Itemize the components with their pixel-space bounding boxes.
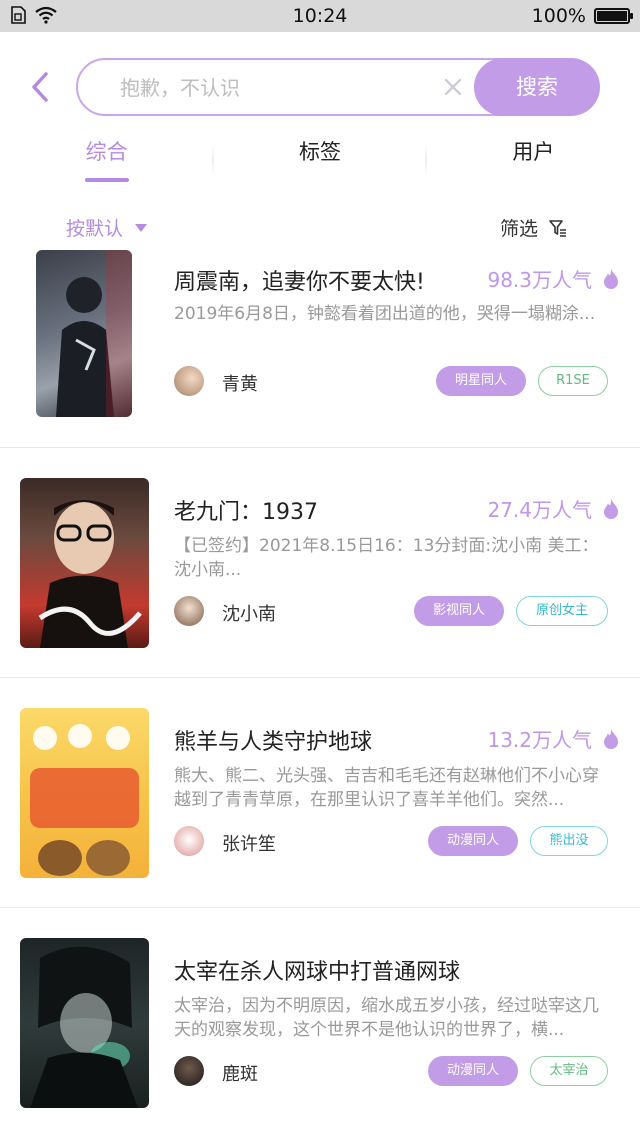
tag-badge[interactable]: 明星同人 — [436, 366, 526, 396]
tag-badge[interactable]: 熊出没 — [530, 826, 608, 856]
status-icons-right: 100% — [531, 5, 633, 27]
author-name: 张许笙 — [222, 834, 276, 855]
search-box: 搜索 — [76, 58, 600, 116]
tab-users[interactable]: 用户 — [427, 128, 640, 188]
battery-percent: 100% — [531, 5, 586, 27]
chevron-left-icon — [32, 72, 48, 102]
tag-badge[interactable]: R1SE — [538, 366, 608, 396]
avatar — [174, 366, 204, 396]
search-button[interactable]: 搜索 — [474, 58, 600, 116]
tag-badge[interactable]: 动漫同人 — [428, 1056, 518, 1086]
flame-icon — [604, 728, 618, 749]
filter-button[interactable]: 筛选 — [500, 214, 568, 241]
tab-label: 用户 — [512, 140, 555, 164]
popularity: 98.3万人气 — [487, 264, 620, 293]
sort-label: 按默认 — [66, 218, 124, 240]
popularity: 27.4万人气 — [487, 494, 620, 523]
list-item[interactable]: 熊羊与人类守护地球 13.2万人气 熊大、熊二、光头强、吉吉和毛毛还有赵琳他们不… — [0, 678, 640, 908]
book-title: 老九门：1937 — [174, 500, 318, 525]
book-description: 熊大、熊二、光头强、吉吉和毛毛还有赵琳他们不小心穿越到了青青草原，在那里认识了喜… — [174, 766, 599, 810]
flame-icon — [604, 498, 618, 519]
list-item[interactable]: 周震南，追妻你不要太快! 98.3万人气 2019年6月8日，钟懿看着团出道的他… — [0, 250, 640, 450]
book-description: 太宰治，因为不明原因，缩水成五岁小孩，经过哒宰这几天的观察发现，这个世界不是他认… — [174, 996, 599, 1040]
author-name: 沈小南 — [222, 604, 276, 625]
filter-label: 筛选 — [500, 218, 539, 240]
battery-icon — [594, 8, 633, 24]
tab-label: 综合 — [85, 140, 128, 164]
sort-dropdown[interactable]: 按默认 — [66, 214, 148, 241]
list-item[interactable]: 老九门：1937 27.4万人气 【已签约】2021年8.15日16：13分封面… — [0, 448, 640, 678]
back-button[interactable] — [26, 70, 56, 104]
tab-indicator — [84, 178, 129, 182]
tag-badge[interactable]: 太宰治 — [530, 1056, 608, 1086]
book-cover — [36, 250, 132, 417]
filter-icon — [549, 219, 567, 237]
avatar — [174, 1056, 204, 1086]
cover-art — [30, 724, 139, 876]
popularity-count: 13.2万人气 — [487, 728, 592, 752]
caret-down-icon — [135, 223, 148, 232]
popularity-count: 98.3万人气 — [487, 268, 592, 292]
avatar — [174, 826, 204, 856]
author-name: 鹿斑 — [222, 1064, 258, 1085]
tab-divider — [425, 142, 427, 178]
clear-button[interactable] — [442, 76, 464, 98]
book-cover — [20, 938, 149, 1108]
tab-tags[interactable]: 标签 — [213, 128, 426, 188]
result-tabs: 综合 标签 用户 — [0, 128, 640, 188]
book-cover — [20, 708, 149, 878]
flame-icon — [604, 268, 618, 289]
tab-all[interactable]: 综合 — [0, 128, 213, 188]
close-icon — [444, 78, 462, 96]
list-item[interactable]: 太宰在杀人网球中打普通网球 太宰治，因为不明原因，缩水成五岁小孩，经过哒宰这几天… — [0, 908, 640, 1138]
search-input[interactable] — [120, 74, 420, 102]
book-title: 熊羊与人类守护地球 — [174, 730, 373, 755]
book-cover — [20, 478, 149, 648]
status-bar: 10:24 100% — [0, 0, 640, 32]
book-description: 2019年6月8日，钟懿看着团出道的他，哭得一塌糊涂... — [174, 304, 596, 324]
tag-badge[interactable]: 影视同人 — [414, 596, 504, 626]
author-name: 青黄 — [222, 374, 258, 395]
book-title: 周震南，追妻你不要太快! — [174, 270, 425, 295]
cover-art — [38, 500, 142, 648]
tab-label: 标签 — [298, 140, 341, 164]
avatar — [174, 596, 204, 626]
book-description: 【已签约】2021年8.15日16：13分封面:沈小南 美工：沈小南... — [174, 536, 599, 580]
popularity-count: 27.4万人气 — [487, 498, 592, 522]
tab-divider — [212, 142, 214, 178]
book-title: 太宰在杀人网球中打普通网球 — [174, 960, 461, 985]
cover-art — [30, 946, 138, 1108]
tag-badge[interactable]: 动漫同人 — [428, 826, 518, 856]
popularity: 13.2万人气 — [487, 724, 620, 753]
tag-badge[interactable]: 原创女主 — [516, 596, 608, 626]
cover-art — [56, 250, 132, 417]
